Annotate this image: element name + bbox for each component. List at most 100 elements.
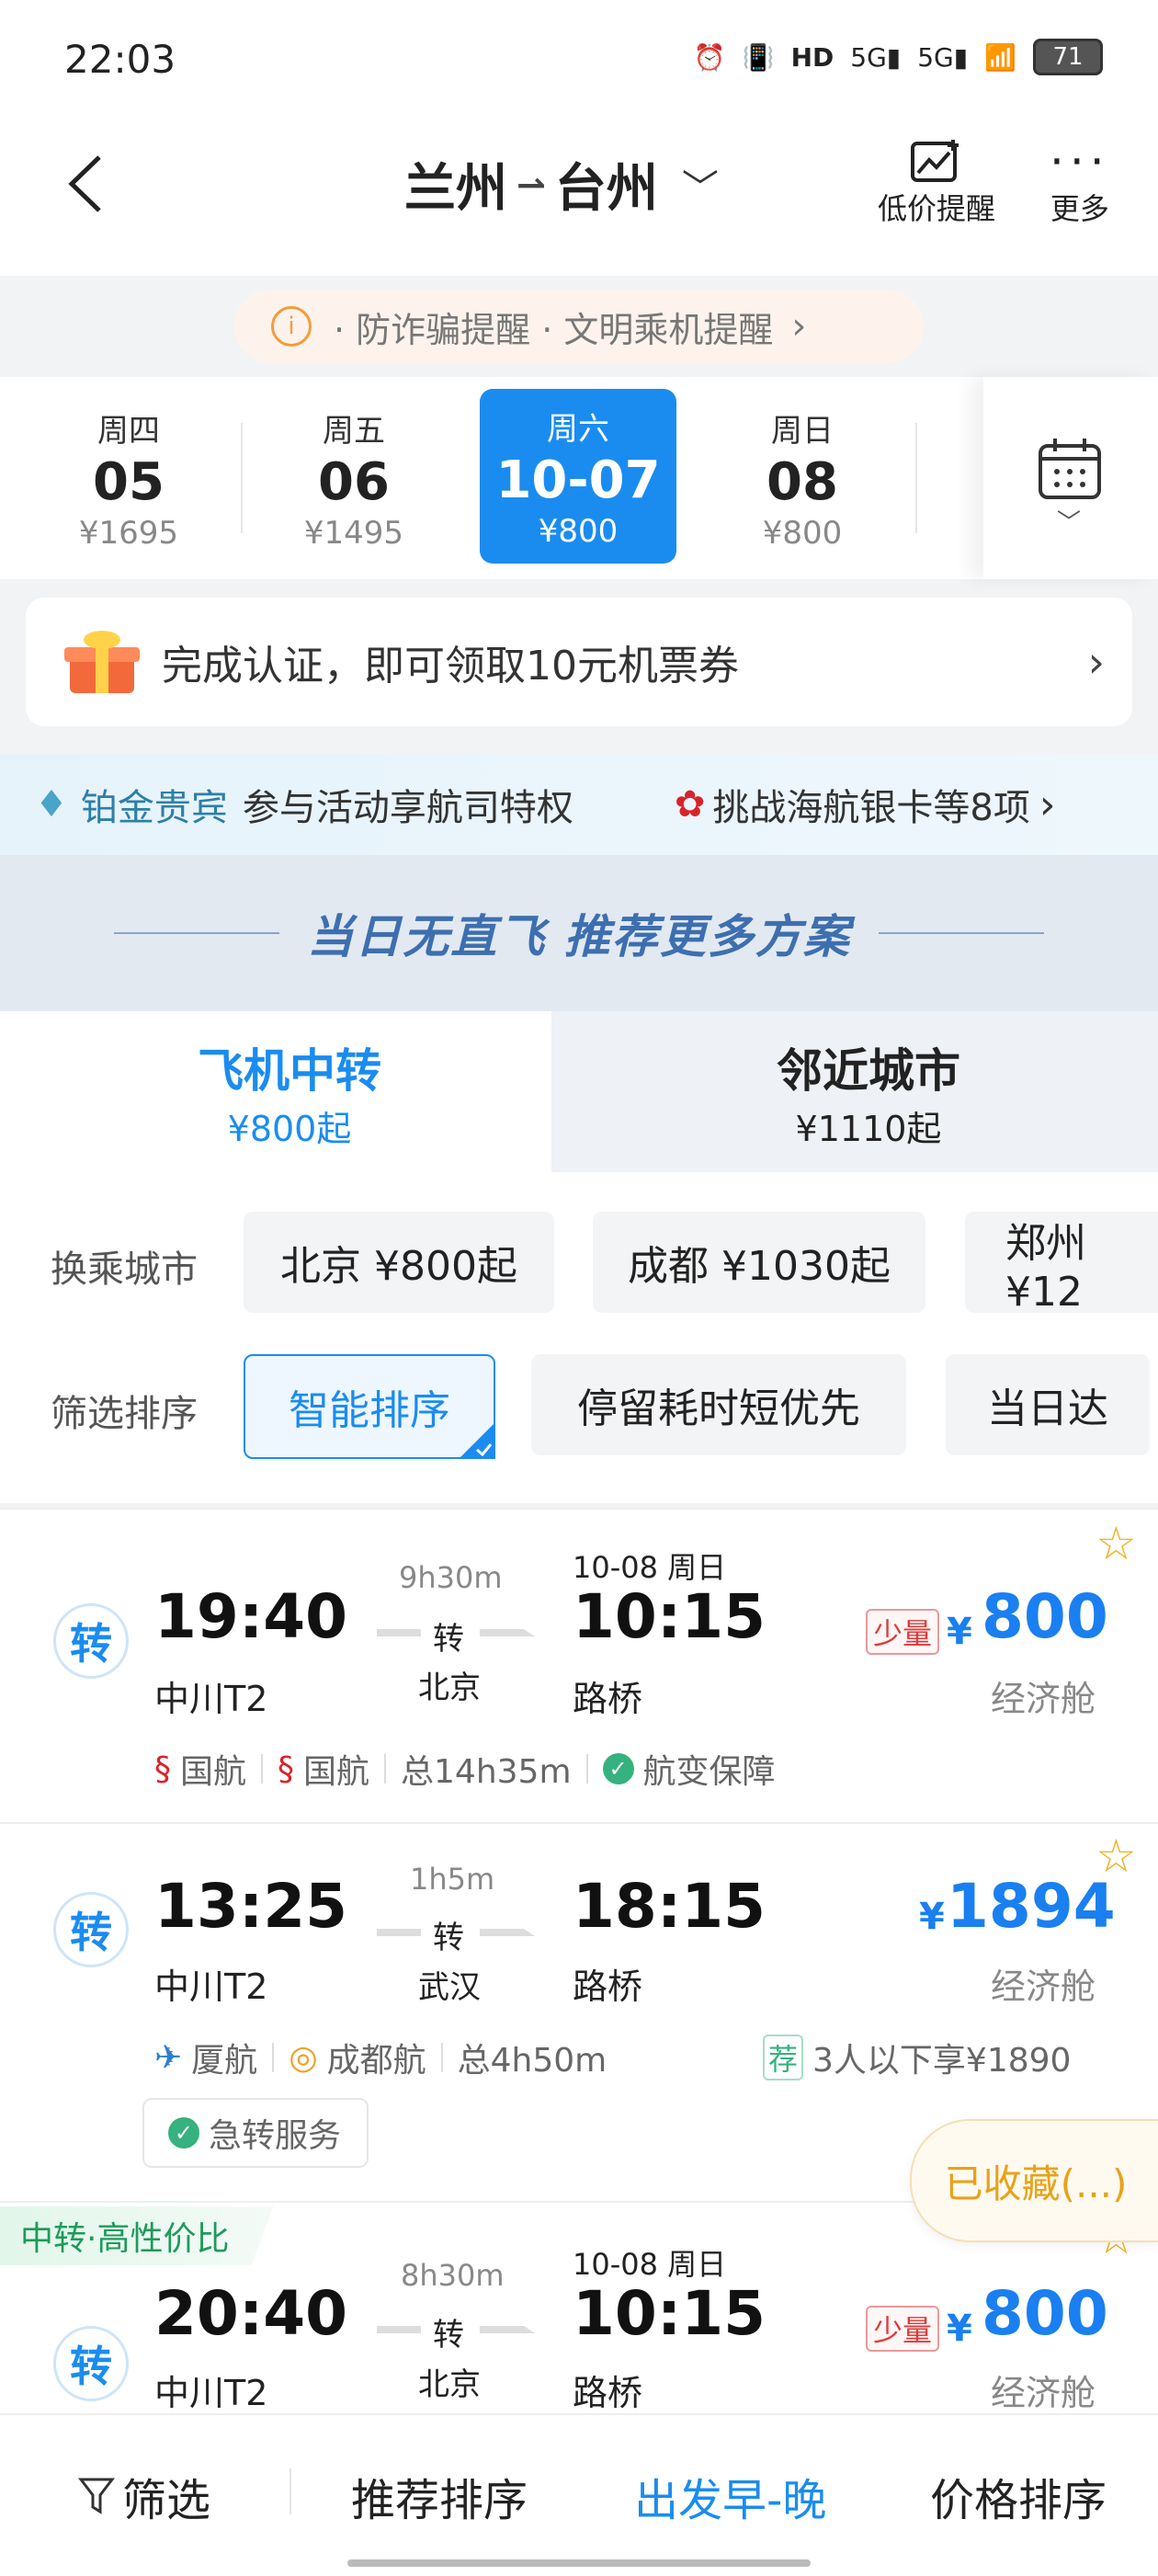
sort-chip-same-day[interactable]: 当日达 xyxy=(946,1354,1150,1455)
price-alert-button[interactable]: 低价提醒 xyxy=(878,138,995,228)
airline: 国航 xyxy=(180,1753,247,1791)
route-selector[interactable]: 兰州 ⇀ 台州 ﹀ xyxy=(404,147,719,222)
date-day: 05 xyxy=(93,451,165,512)
back-button[interactable] xyxy=(64,152,107,226)
date-price: ¥800 xyxy=(538,512,619,550)
date-item-selected[interactable]: 周六 10-07 ¥800 xyxy=(480,389,676,564)
sort-recommended-button[interactable]: 推荐排序 xyxy=(351,2464,528,2528)
info-icon: i xyxy=(271,306,312,347)
hainan-airlines-icon: ✿ xyxy=(674,783,706,826)
gift-icon xyxy=(61,625,143,699)
few-seats-badge: 少量 xyxy=(866,1609,940,1655)
tab-transfer[interactable]: 飞机中转 ¥800起 xyxy=(0,1034,579,1151)
sort-departure-button[interactable]: 出发早-晚 xyxy=(634,2464,826,2528)
divider xyxy=(290,2468,291,2514)
transfer-badge: 转 xyxy=(53,1603,129,1679)
transfer-city-chip[interactable]: 成都 ¥1030起 xyxy=(593,1212,925,1313)
check-circle-icon: ✓ xyxy=(168,2117,199,2149)
duration: 9h30m xyxy=(399,1560,503,1595)
date-item[interactable]: 周四 05 ¥1695 xyxy=(28,386,230,570)
calendar-icon xyxy=(1039,439,1101,499)
sort-chip-short-stay[interactable]: 停留耗时短优先 xyxy=(531,1354,906,1455)
coupon-banner[interactable]: 完成认证，即可领取10元机票券 › xyxy=(26,598,1132,726)
wifi-icon: 📶 xyxy=(984,41,1016,73)
airline: 成都航 xyxy=(326,2042,426,2080)
flight-meta: ✈ 厦航 ◎ 成都航 总4h50m xyxy=(154,2034,607,2081)
tab-sub: ¥800起 xyxy=(227,1109,352,1149)
date-weekday: 周日 xyxy=(771,412,834,450)
flight-meta: § 国航 § 国航 总14h35m ✓ 航变保障 xyxy=(154,1745,776,1793)
divider xyxy=(241,423,243,533)
transfer-city-chip[interactable]: 北京 ¥800起 xyxy=(244,1212,554,1313)
transfer-label: 转 xyxy=(433,1920,464,1956)
no-direct-text: 当日无直飞 推荐更多方案 xyxy=(307,910,851,963)
more-button[interactable]: ··· 更多 xyxy=(1050,138,1110,228)
cabin-class: 经济舱 xyxy=(991,1679,1096,1719)
chevron-down-icon: ﹀ xyxy=(681,166,719,210)
route-line xyxy=(377,1629,421,1636)
arr-airport: 路桥 xyxy=(573,1966,643,2007)
recommend-text: 3人以下享¥1890 xyxy=(812,2042,1072,2080)
date-weekday: 周四 xyxy=(97,412,160,450)
price: 1894 xyxy=(947,1871,1116,1942)
date-item[interactable]: 周五 06 ¥1495 xyxy=(253,386,455,570)
dep-time: 20:40 xyxy=(154,2278,348,2349)
chevron-right-icon: › xyxy=(1039,781,1056,828)
total-duration: 总4h50m xyxy=(457,2042,607,2080)
hd-icon: HD xyxy=(790,41,834,73)
price: 800 xyxy=(982,1581,1108,1652)
transfer-label: 转 xyxy=(433,2317,464,2354)
route-line xyxy=(377,2326,421,2333)
price-block: 少量 ¥ xyxy=(866,2306,972,2352)
few-seats-badge: 少量 xyxy=(866,2306,940,2352)
diamond-icon: ♦ xyxy=(35,783,68,826)
duration: 1h5m xyxy=(410,1862,495,1897)
member-strip[interactable]: ♦ 铂金贵宾 参与活动享航司特权 ✿ 挑战海航银卡等8项 › xyxy=(0,754,1158,855)
date-day: 06 xyxy=(318,451,390,512)
filter-label: 筛选 xyxy=(122,2475,211,2526)
dep-time: 13:25 xyxy=(154,1871,348,1942)
check-corner-icon xyxy=(459,1422,495,1459)
cabin-class: 经济舱 xyxy=(991,1966,1096,2007)
price-alert-label: 低价提醒 xyxy=(878,191,996,226)
date-day: 08 xyxy=(766,451,838,512)
favorite-star-icon[interactable]: ☆ xyxy=(1096,1517,1137,1570)
route-line xyxy=(377,1929,421,1936)
date-item[interactable]: 周日 08 ¥800 xyxy=(701,386,903,570)
tab-nearby-city[interactable]: 邻近城市 ¥1110起 xyxy=(579,1034,1158,1151)
tab-title: 邻近城市 xyxy=(777,1044,960,1098)
dep-airport: 中川T2 xyxy=(154,1966,268,2007)
air-china-icon: § xyxy=(154,1750,171,1788)
arr-airport: 路桥 xyxy=(573,2373,643,2413)
date-weekday: 周六 xyxy=(547,410,609,448)
chevron-right-icon: › xyxy=(791,305,807,348)
home-indicator xyxy=(347,2559,811,2567)
dep-time: 19:40 xyxy=(154,1581,348,1652)
more-dots-icon: ··· xyxy=(1050,135,1110,188)
status-icons: ⏰ 📳 HD 5G▮ 5G▮ 📶 71 xyxy=(694,39,1103,75)
more-label: 更多 xyxy=(1050,191,1109,226)
date-price: ¥1495 xyxy=(303,514,404,552)
divider xyxy=(384,1754,387,1784)
duration: 8h30m xyxy=(401,2258,505,2293)
sort-chip-smart[interactable]: 智能排序 xyxy=(244,1354,495,1459)
recommend-info: 荐 3人以下享¥1890 xyxy=(763,2034,1071,2081)
transfer-city-label: 换乘城市 xyxy=(51,1248,198,1291)
calendar-button[interactable]: ﹀ xyxy=(983,377,1158,579)
divider xyxy=(440,2043,443,2072)
currency: ¥ xyxy=(947,1611,972,1653)
battery-icon: 71 xyxy=(1033,39,1103,75)
tab-title: 飞机中转 xyxy=(198,1044,381,1098)
chengdu-airlines-icon: ◎ xyxy=(289,2038,318,2077)
divider xyxy=(878,932,1044,934)
date-weekday: 周五 xyxy=(323,412,385,450)
banner-text: 完成认证，即可领取10元机票券 xyxy=(162,643,739,690)
filter-button[interactable]: 筛选 xyxy=(78,2464,210,2528)
currency: ¥ xyxy=(947,2308,972,2350)
favorites-float-button[interactable]: 已收藏(...) xyxy=(910,2119,1158,2242)
transfer-city-chip[interactable]: 郑州 ¥12 xyxy=(965,1212,1158,1316)
date-price: ¥1695 xyxy=(78,514,179,552)
safety-notice[interactable]: i · 防诈骗提醒 · 文明乘机提醒 › xyxy=(234,290,924,363)
sort-price-button[interactable]: 价格排序 xyxy=(930,2464,1107,2528)
signal-5g-icon: 5G▮ xyxy=(850,41,902,73)
